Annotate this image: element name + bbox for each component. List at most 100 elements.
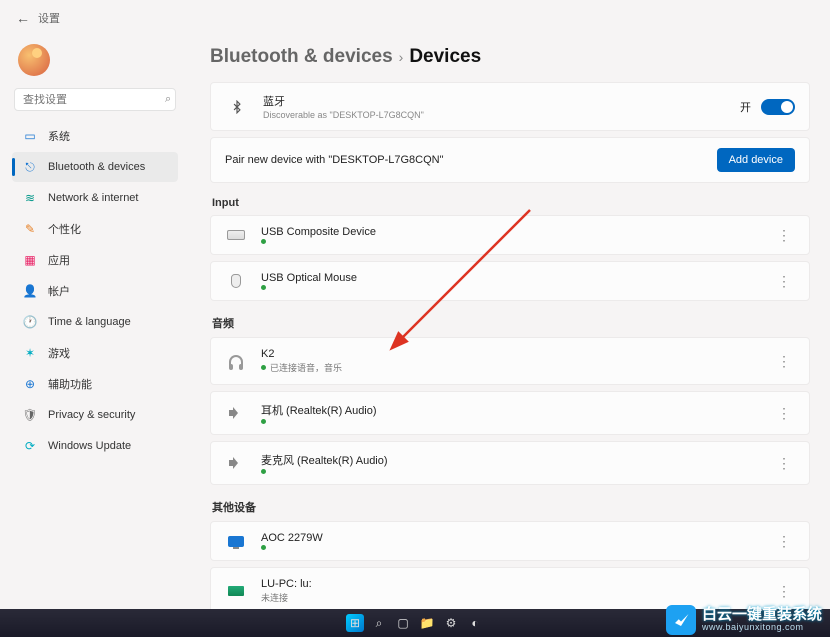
device-name: USB Composite Device xyxy=(261,226,773,238)
window-header: ← 设置 xyxy=(0,0,830,36)
update-icon: ⟳ xyxy=(22,438,38,454)
sidebar-item-network-internet[interactable]: ≋ Network & internet xyxy=(12,183,178,213)
section-label: 其他设备 xyxy=(212,499,810,515)
sidebar-item-label: Network & internet xyxy=(48,192,138,204)
device-card[interactable]: AOC 2279W⋮ xyxy=(210,521,810,561)
add-device-button[interactable]: Add device xyxy=(717,148,795,172)
bluetooth-icon: ⎋ xyxy=(22,159,38,175)
app-title: 设置 xyxy=(38,10,60,26)
device-card[interactable]: 麦克风 (Realtek(R) Audio)⋮ xyxy=(210,441,810,485)
section-label: 音频 xyxy=(212,315,810,331)
speaker-icon xyxy=(225,455,247,471)
sidebar-item-bluetooth-devices[interactable]: ⎋ Bluetooth & devices xyxy=(12,152,178,182)
sidebar-item--[interactable]: ⊕ 辅助功能 xyxy=(12,369,178,399)
brush-icon: ✎ xyxy=(22,221,38,237)
watermark-url: www.baiyunxitong.com xyxy=(702,623,822,633)
chevron-right-icon: › xyxy=(399,49,404,65)
status-dot-icon xyxy=(261,545,266,550)
breadcrumb-current: Devices xyxy=(409,46,481,68)
taskbar-app-icon[interactable]: ◐ xyxy=(466,614,484,632)
device-name: 耳机 (Realtek(R) Audio) xyxy=(261,402,773,418)
sidebar-item-label: Windows Update xyxy=(48,440,131,452)
sidebar-item-label: 帐户 xyxy=(48,283,70,299)
keyboard-icon xyxy=(225,227,247,243)
sidebar-item-label: 游戏 xyxy=(48,345,70,361)
more-options-icon[interactable]: ⋮ xyxy=(773,405,795,422)
more-options-icon[interactable]: ⋮ xyxy=(773,353,795,370)
speaker-icon xyxy=(225,405,247,421)
taskbar-search-icon[interactable]: ⌕ xyxy=(370,614,388,632)
status-dot-icon xyxy=(261,365,266,370)
sidebar-item--[interactable]: ✶ 游戏 xyxy=(12,338,178,368)
watermark-title: 白云一键重装系统 xyxy=(702,607,822,624)
person-icon: 👤 xyxy=(22,283,38,299)
watermark-logo xyxy=(666,605,696,635)
watermark: 白云一键重装系统 www.baiyunxitong.com xyxy=(660,603,828,637)
device-name: AOC 2279W xyxy=(261,532,773,544)
sidebar-item--[interactable]: ✎个性化 xyxy=(12,214,178,244)
taskbar-explorer-icon[interactable]: 📁 xyxy=(418,614,436,632)
device-name: 麦克风 (Realtek(R) Audio) xyxy=(261,452,773,468)
more-options-icon[interactable]: ⋮ xyxy=(773,455,795,472)
bluetooth-toggle[interactable] xyxy=(761,99,795,115)
sidebar-item-label: Bluetooth & devices xyxy=(48,161,145,173)
start-button[interactable]: ⊞ xyxy=(346,614,364,632)
search-input[interactable] xyxy=(23,94,165,106)
device-card[interactable]: USB Optical Mouse⋮ xyxy=(210,261,810,301)
taskbar-taskview-icon[interactable]: ▢ xyxy=(394,614,412,632)
bluetooth-subtitle: Discoverable as "DESKTOP-L7G8CQN" xyxy=(263,110,740,120)
device-status xyxy=(261,469,773,474)
taskbar-settings-icon[interactable]: ⚙ xyxy=(442,614,460,632)
user-avatar[interactable] xyxy=(18,44,50,76)
device-name: K2 xyxy=(261,348,773,360)
game-icon: ✶ xyxy=(22,345,38,361)
more-options-icon[interactable]: ⋮ xyxy=(773,273,795,290)
headphone-icon xyxy=(225,353,247,369)
search-icon: ⌕ xyxy=(165,93,171,106)
sidebar-item-privacy-security[interactable]: 🛡Privacy & security xyxy=(12,400,178,430)
status-dot-icon xyxy=(261,419,266,424)
pair-device-card: Pair new device with "DESKTOP-L7G8CQN" A… xyxy=(210,137,810,183)
mouse-icon xyxy=(225,273,247,289)
device-name: USB Optical Mouse xyxy=(261,272,773,284)
shield-icon: 🛡 xyxy=(22,407,38,423)
sidebar-item--[interactable]: ▭ 系统 xyxy=(12,121,178,151)
device-name: LU-PC: lu: xyxy=(261,578,773,590)
accessibility-icon: ⊕ xyxy=(22,376,38,392)
wifi-icon: ≋ xyxy=(22,190,38,206)
more-options-icon[interactable]: ⋮ xyxy=(773,227,795,244)
sidebar-item-windows-update[interactable]: ⟳ Windows Update xyxy=(12,431,178,461)
sidebar-item-label: Time & language xyxy=(48,316,131,328)
more-options-icon[interactable]: ⋮ xyxy=(773,583,795,600)
sidebar-item-time-language[interactable]: 🕐 Time & language xyxy=(12,307,178,337)
clock-icon: 🕐 xyxy=(22,314,38,330)
device-status xyxy=(261,239,773,244)
sidebar: ⌕ ▭ 系统 ⎋ Bluetooth & devices ≋ Network & inte… xyxy=(0,36,190,637)
breadcrumb-parent[interactable]: Bluetooth & devices xyxy=(210,46,393,68)
sidebar-item--[interactable]: ▦ 应用 xyxy=(12,245,178,275)
monitor-icon xyxy=(225,533,247,549)
display-icon: ▭ xyxy=(22,128,38,144)
breadcrumb: Bluetooth & devices › Devices xyxy=(210,46,810,68)
device-card[interactable]: K2已连接语音，音乐⋮ xyxy=(210,337,810,385)
device-status xyxy=(261,545,773,550)
sidebar-item-label: 辅助功能 xyxy=(48,376,92,392)
section-label: Input xyxy=(212,197,810,209)
bluetooth-icon xyxy=(225,95,249,119)
more-options-icon[interactable]: ⋮ xyxy=(773,533,795,550)
sidebar-item-label: 应用 xyxy=(48,252,70,268)
bluetooth-title: 蓝牙 xyxy=(263,93,740,109)
device-card[interactable]: 耳机 (Realtek(R) Audio)⋮ xyxy=(210,391,810,435)
apps-icon: ▦ xyxy=(22,252,38,268)
sidebar-item--[interactable]: 👤 帐户 xyxy=(12,276,178,306)
bluetooth-card: 蓝牙 Discoverable as "DESKTOP-L7G8CQN" 开 xyxy=(210,82,810,131)
search-box[interactable]: ⌕ xyxy=(14,88,176,111)
sidebar-item-label: 系统 xyxy=(48,128,70,144)
status-dot-icon xyxy=(261,239,266,244)
device-card[interactable]: USB Composite Device⋮ xyxy=(210,215,810,255)
device-status: 已连接语音，音乐 xyxy=(261,361,773,374)
back-button[interactable]: ← xyxy=(16,10,30,26)
main-content: Bluetooth & devices › Devices 蓝牙 Discove… xyxy=(190,36,830,637)
device-status xyxy=(261,419,773,424)
device-status xyxy=(261,285,773,290)
